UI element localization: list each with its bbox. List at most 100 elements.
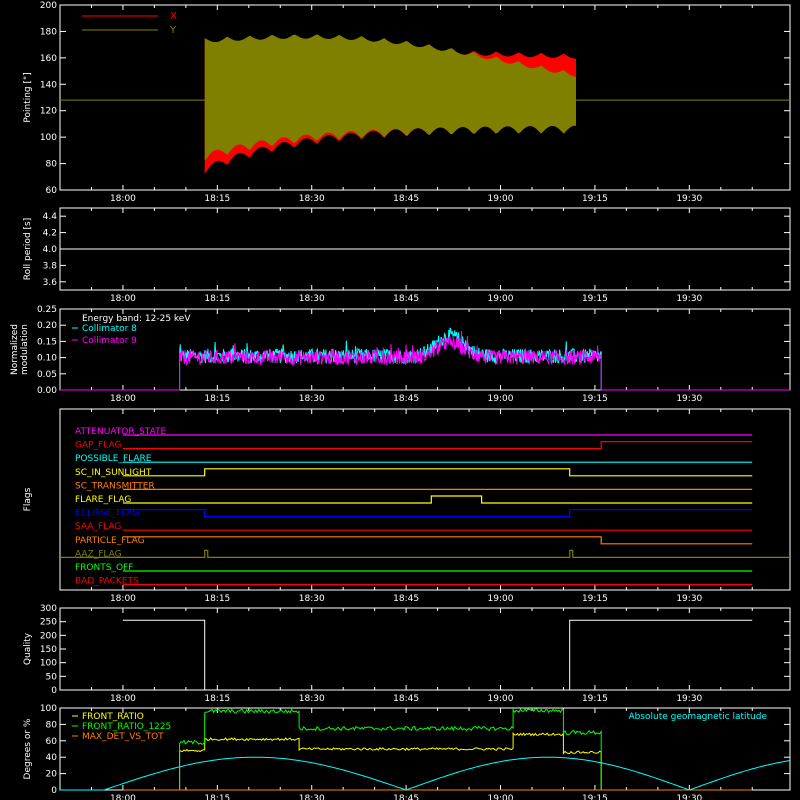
time-tick-label: 19:00 (488, 794, 514, 800)
y-tick-label: 40 (46, 753, 58, 763)
y-tick-label: 250 (40, 618, 57, 628)
time-tick-label: 19:15 (582, 394, 608, 404)
y-tick-label: 180 (40, 27, 57, 37)
energy-band-annotation: Energy band: 12-25 keV (82, 314, 191, 324)
flag-label-flare-flag: FLARE_FLAG (75, 495, 131, 505)
time-tick-label: 18:45 (393, 294, 419, 304)
geomagnetic-latitude-annotation: Absolute geomagnetic latitude (628, 712, 767, 722)
y-tick-label: 80 (46, 720, 58, 730)
y-tick-label: 140 (40, 80, 57, 90)
y-tick-label: 3.8 (43, 261, 58, 271)
time-tick-label: 18:15 (204, 394, 230, 404)
time-tick-label: 19:30 (676, 594, 702, 604)
time-tick-label: 19:15 (582, 794, 608, 800)
flag-label-gap-flag: GAP_FLAG (75, 441, 121, 451)
time-tick-label: 19:15 (582, 694, 608, 704)
flag-label-possible-flare: POSSIBLE_FLARE (75, 454, 152, 464)
flag-label-saa-flag: SAA_FLAG (75, 522, 121, 532)
legend-label-front-ratio: FRONT_RATIO (82, 712, 144, 722)
time-tick-label: 19:00 (488, 594, 514, 604)
y-axis-label: Normalized (10, 324, 20, 375)
legend-label-front-ratio-1225: FRONT_RATIO_1225 (82, 722, 171, 732)
time-tick-label: 18:15 (204, 694, 230, 704)
time-tick-label: 18:15 (204, 194, 230, 204)
flag-label-aaz-flag: AAZ_FLAG (75, 549, 122, 559)
time-tick-label: 19:15 (582, 294, 608, 304)
y-axis-label: Quality (23, 632, 33, 665)
time-tick-label: 18:15 (204, 294, 230, 304)
y-tick-label: 0.25 (37, 305, 57, 315)
y-tick-label: 4.2 (43, 229, 57, 239)
y-axis-label: Degrees or % (23, 718, 33, 779)
time-tick-label: 19:30 (676, 194, 702, 204)
y-tick-label: 50 (46, 672, 58, 682)
time-tick-label: 18:00 (110, 294, 136, 304)
time-tick-label: 19:30 (676, 294, 702, 304)
y-tick-label: 200 (40, 631, 57, 641)
y-tick-label: 20 (46, 770, 58, 780)
time-tick-label: 18:15 (204, 594, 230, 604)
legend-label-collimator-8: Collimator 8 (82, 324, 137, 334)
time-tick-label: 18:30 (299, 294, 325, 304)
flag-label-sc-in-sunlight: SC_IN_SUNLIGHT (75, 468, 152, 478)
time-tick-label: 19:30 (676, 794, 702, 800)
time-tick-label: 18:45 (393, 394, 419, 404)
time-tick-label: 19:15 (582, 594, 608, 604)
y-tick-label: 120 (40, 107, 57, 117)
y-tick-label: 60 (46, 186, 58, 196)
time-tick-label: 19:00 (488, 194, 514, 204)
time-tick-label: 18:45 (393, 694, 419, 704)
time-tick-label: 19:00 (488, 394, 514, 404)
y-tick-label: 0.20 (37, 321, 57, 331)
y-tick-label: 100 (40, 704, 57, 714)
flag-label-bad-packets: BAD_PACKETS (75, 577, 139, 587)
y-tick-label: 0.10 (37, 354, 57, 364)
y-tick-label: 4.0 (43, 245, 58, 255)
y-tick-label: 80 (46, 160, 58, 170)
flag-label-fronts-off: FRONTS_OFF (75, 563, 133, 573)
y-tick-label: 150 (40, 645, 57, 655)
time-tick-label: 19:00 (488, 694, 514, 704)
y-tick-label: 100 (40, 659, 57, 669)
time-tick-label: 18:00 (110, 594, 136, 604)
flag-label-particle-flag: PARTICLE_FLAG (75, 536, 145, 546)
y-tick-label: 3.6 (43, 278, 58, 288)
time-tick-label: 18:30 (299, 694, 325, 704)
y-tick-label: 0.15 (37, 337, 57, 347)
y-tick-label: 0.05 (37, 370, 57, 380)
flag-label-sc-transmitter: SC_TRANSMITTER (75, 481, 155, 491)
time-tick-label: 18:30 (299, 194, 325, 204)
time-tick-label: 19:00 (488, 294, 514, 304)
time-tick-label: 18:00 (110, 394, 136, 404)
plot-stage: 18:00 18:15 18:30 18:45 19:00 19:15 19:30 60 80 1… (0, 0, 800, 800)
y-tick-label: 200 (40, 1, 57, 11)
y-axis-label: Pointing ["] (23, 72, 33, 122)
legend-label-max-det-vs-tot: MAX_DET_VS_TOT (82, 732, 164, 742)
rhessi-qa-figure: 18:00 18:15 18:30 18:45 19:00 19:15 19:30 60 80 1… (0, 0, 800, 800)
legend-label-y: Y (169, 25, 177, 36)
y-axis-label: Roll period [s] (23, 218, 33, 280)
time-tick-label: 19:30 (676, 694, 702, 704)
y-tick-label: 300 (40, 604, 57, 614)
time-tick-label: 19:30 (676, 394, 702, 404)
flag-label-attenuator-state: ATTENUATOR_STATE (75, 427, 167, 437)
y-tick-label: 4.4 (43, 212, 58, 222)
time-tick-label: 18:00 (110, 794, 136, 800)
time-tick-label: 18:45 (393, 194, 419, 204)
time-tick-label: 18:00 (110, 194, 136, 204)
y-tick-label: 0.00 (37, 386, 57, 396)
y-tick-label: 0 (51, 686, 57, 696)
legend-label-collimator-9: Collimator 9 (82, 336, 137, 346)
time-tick-label: 18:00 (110, 694, 136, 704)
y-axis-label: modulation (20, 324, 30, 375)
y-tick-label: 60 (46, 737, 58, 747)
time-tick-label: 18:45 (393, 794, 419, 800)
flag-label-eclipse-flag: ECLIPSE_FLAG (75, 509, 139, 519)
time-tick-label: 19:15 (582, 194, 608, 204)
time-tick-label: 18:45 (393, 594, 419, 604)
y-tick-label: 100 (40, 133, 57, 143)
y-tick-label: 0 (51, 786, 57, 796)
y-tick-label: 160 (40, 54, 57, 64)
time-tick-label: 18:30 (299, 794, 325, 800)
time-tick-label: 18:30 (299, 594, 325, 604)
